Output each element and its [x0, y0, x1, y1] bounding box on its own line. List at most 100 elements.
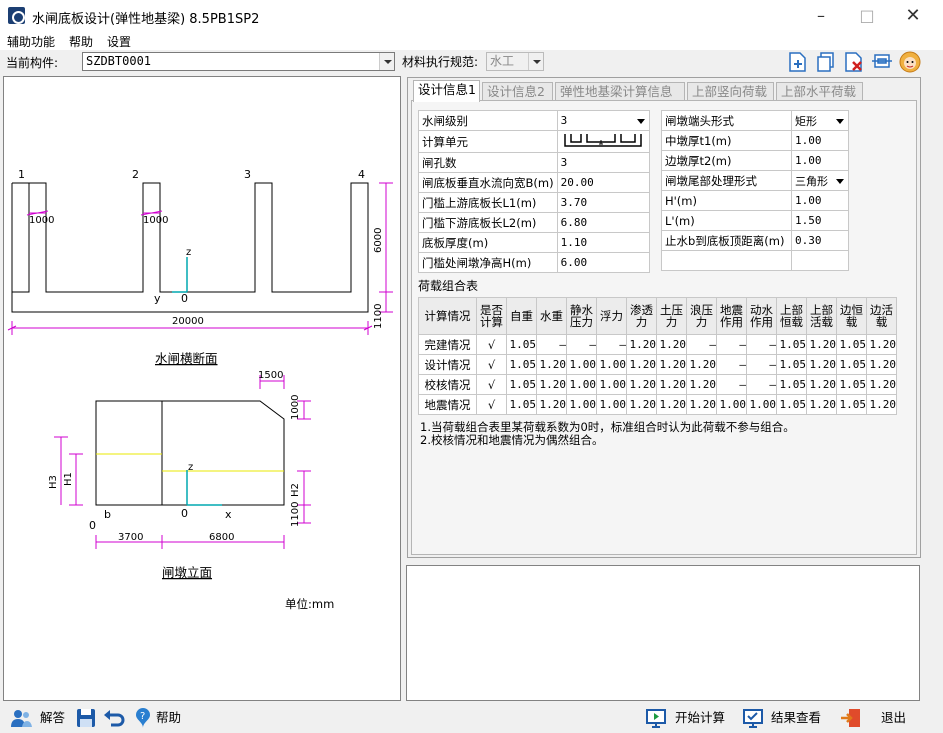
load-factor-cell[interactable]: 1.05 [506, 394, 537, 415]
sluice-grade-select[interactable]: 3 [556, 110, 650, 131]
load-factor-cell[interactable]: 1.05 [836, 374, 867, 395]
result-view-icon[interactable] [742, 707, 764, 729]
load-factor-cell[interactable]: 1.20 [626, 354, 657, 375]
menu-aux-functions[interactable]: 辅助功能 [7, 33, 55, 50]
load-factor-cell[interactable]: 1.00 [596, 354, 627, 375]
help-icon[interactable]: ? [132, 707, 154, 729]
tab-horizontal-load[interactable]: 上部水平荷载 [776, 82, 863, 101]
load-factor-cell[interactable]: — [536, 334, 567, 355]
pier-tail-select[interactable]: 三角形 [791, 170, 849, 191]
new-file-icon[interactable] [787, 51, 809, 73]
load-factor-cell[interactable]: 1.20 [656, 374, 687, 395]
load-factor-cell[interactable]: 1.05 [506, 354, 537, 375]
load-factor-cell[interactable]: 1.05 [776, 334, 807, 355]
load-factor-cell[interactable]: 1.00 [566, 354, 597, 375]
load-factor-cell[interactable]: 1.05 [836, 394, 867, 415]
load-factor-cell[interactable]: 1.20 [686, 374, 717, 395]
load-factor-cell[interactable]: 1.20 [686, 394, 717, 415]
start-calc-button[interactable]: 开始计算 [675, 707, 725, 729]
material-select[interactable]: 水工 [486, 52, 544, 71]
help-button[interactable]: 帮助 [156, 707, 181, 729]
exit-button[interactable]: 退出 [881, 707, 906, 729]
minimize-button[interactable]: – [798, 0, 844, 31]
param-value[interactable]: 1.10 [556, 232, 650, 253]
copy-icon[interactable] [815, 51, 837, 73]
load-factor-cell[interactable]: 1.20 [806, 354, 837, 375]
param-value[interactable]: 6.80 [556, 212, 650, 233]
load-factor-cell[interactable]: — [746, 374, 777, 395]
pier-head-select[interactable]: 矩形 [791, 110, 849, 131]
load-factor-cell[interactable]: 1.20 [536, 374, 567, 395]
start-calc-icon[interactable] [645, 707, 667, 729]
param-value[interactable]: 1.50 [791, 210, 849, 231]
param-value[interactable]: 6.00 [556, 252, 650, 273]
param-value[interactable]: 1.00 [791, 130, 849, 151]
load-factor-cell[interactable]: 1.20 [626, 334, 657, 355]
param-value[interactable]: 0.30 [791, 230, 849, 251]
calc-unit-image[interactable] [556, 130, 650, 153]
load-factor-cell[interactable]: 1.20 [806, 374, 837, 395]
load-factor-cell[interactable]: — [596, 334, 627, 355]
save-icon[interactable] [75, 707, 97, 729]
load-factor-cell[interactable]: 1.00 [596, 374, 627, 395]
user-avatar-icon[interactable] [899, 51, 921, 73]
param-value[interactable]: 3.70 [556, 192, 650, 213]
param-value[interactable]: 3 [556, 152, 650, 173]
maximize-button[interactable]: □ [844, 0, 890, 31]
menu-settings[interactable]: 设置 [107, 33, 131, 50]
vertical-scrollbar[interactable] [924, 76, 941, 701]
close-button[interactable]: ✕ [890, 0, 936, 31]
param-value[interactable] [791, 250, 849, 271]
load-factor-cell[interactable]: 1.20 [866, 394, 897, 415]
load-factor-cell[interactable]: — [716, 374, 747, 395]
load-factor-cell[interactable]: — [716, 334, 747, 355]
load-factor-cell[interactable]: 1.20 [806, 394, 837, 415]
load-factor-cell[interactable]: 1.20 [656, 354, 687, 375]
users-icon[interactable] [10, 707, 32, 729]
tab-vertical-load[interactable]: 上部竖向荷载 [687, 82, 774, 101]
load-factor-cell[interactable]: 1.20 [536, 394, 567, 415]
load-factor-cell[interactable]: 1.00 [566, 394, 597, 415]
calc-checkbox[interactable]: √ [476, 334, 507, 355]
load-factor-cell[interactable]: 1.00 [596, 394, 627, 415]
load-factor-cell[interactable]: — [566, 334, 597, 355]
load-factor-cell[interactable]: — [746, 354, 777, 375]
calc-checkbox[interactable]: √ [476, 374, 507, 395]
load-factor-cell[interactable]: 1.20 [656, 334, 687, 355]
load-factor-cell[interactable]: 1.20 [536, 354, 567, 375]
load-factor-cell[interactable]: 1.05 [776, 394, 807, 415]
load-factor-cell[interactable]: 1.20 [866, 334, 897, 355]
param-value[interactable]: 20.00 [556, 172, 650, 193]
load-factor-cell[interactable]: 1.20 [866, 374, 897, 395]
undo-icon[interactable] [103, 707, 125, 729]
menu-help[interactable]: 帮助 [69, 33, 93, 50]
load-factor-cell[interactable]: 1.20 [866, 354, 897, 375]
param-value[interactable]: 1.00 [791, 150, 849, 171]
exit-icon[interactable] [840, 707, 862, 729]
load-factor-cell[interactable]: 1.20 [806, 334, 837, 355]
load-factor-cell[interactable]: 1.05 [506, 334, 537, 355]
load-factor-cell[interactable]: 1.20 [686, 354, 717, 375]
calc-checkbox[interactable]: √ [476, 394, 507, 415]
component-select[interactable]: SZDBT0001 [82, 52, 395, 71]
load-factor-cell[interactable]: 1.20 [626, 374, 657, 395]
load-factor-cell[interactable]: 1.05 [506, 374, 537, 395]
tab-design-info-1[interactable]: 设计信息1 [413, 80, 480, 102]
load-factor-cell[interactable]: 1.05 [776, 354, 807, 375]
load-factor-cell[interactable]: — [686, 334, 717, 355]
load-factor-cell[interactable]: 1.00 [716, 394, 747, 415]
tab-elastic-foundation[interactable]: 弹性地基梁计算信息 [555, 82, 685, 101]
tab-design-info-2[interactable]: 设计信息2 [482, 82, 553, 101]
load-factor-cell[interactable]: 1.20 [656, 394, 687, 415]
export-icon[interactable] [871, 51, 893, 73]
load-factor-cell[interactable]: 1.05 [836, 334, 867, 355]
calc-checkbox[interactable]: √ [476, 354, 507, 375]
load-factor-cell[interactable]: 1.05 [776, 374, 807, 395]
load-factor-cell[interactable]: 1.00 [746, 394, 777, 415]
delete-file-icon[interactable] [843, 51, 865, 73]
output-pane[interactable] [406, 565, 920, 701]
solve-button[interactable]: 解答 [40, 707, 65, 729]
load-factor-cell[interactable]: 1.05 [836, 354, 867, 375]
load-factor-cell[interactable]: — [716, 354, 747, 375]
load-factor-cell[interactable]: — [746, 334, 777, 355]
